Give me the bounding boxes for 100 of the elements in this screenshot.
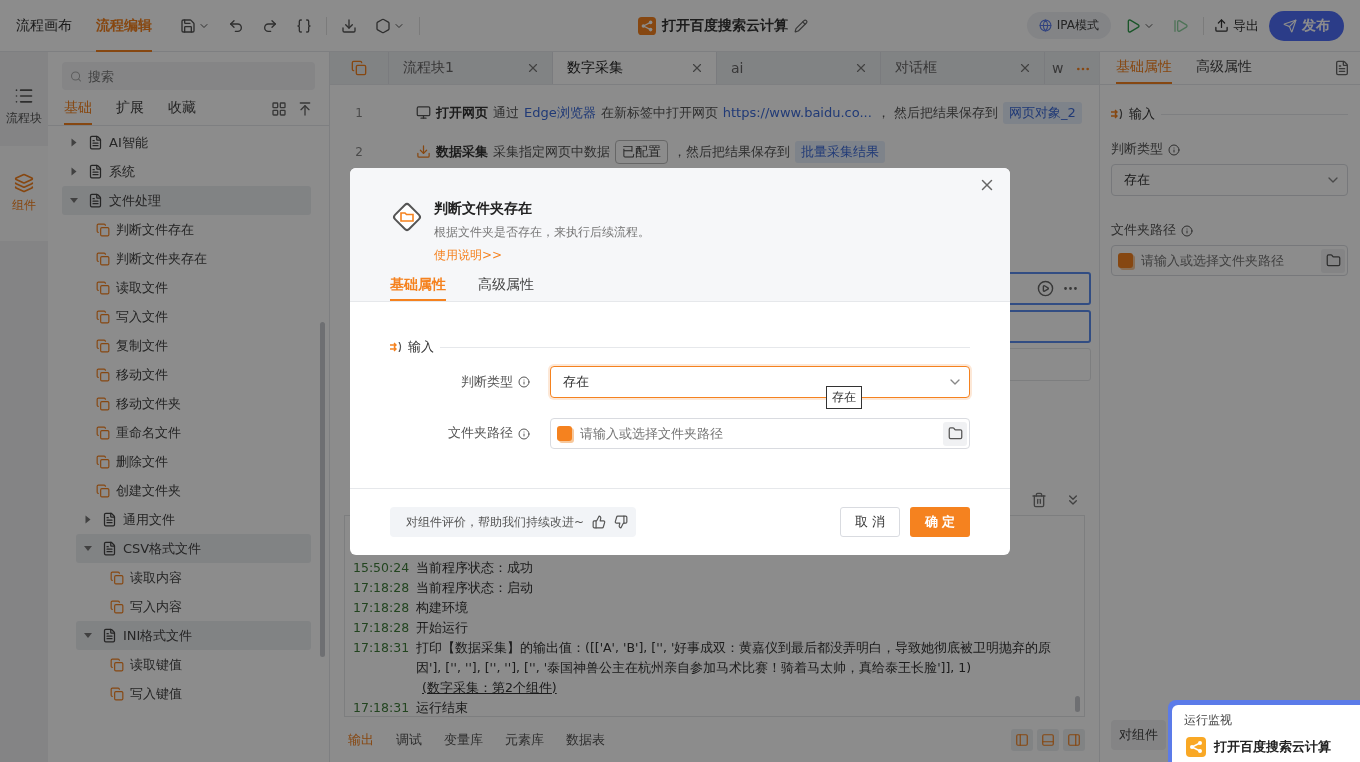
tree-group[interactable]: 文件处理 bbox=[62, 186, 311, 215]
select-field[interactable]: 存在 bbox=[1111, 164, 1348, 196]
close-icon[interactable] bbox=[854, 61, 868, 75]
step-text: 在新标签中打开网页 bbox=[600, 103, 718, 122]
tree-item[interactable]: 读取键值 bbox=[106, 650, 311, 679]
rail-item[interactable]: 流程块 bbox=[0, 66, 48, 146]
field-label: 文件夹路径 bbox=[448, 425, 513, 442]
tree-item[interactable]: 创建文件夹 bbox=[92, 476, 311, 505]
search-input[interactable]: 搜索 bbox=[86, 67, 307, 85]
braces-icon[interactable] bbox=[296, 17, 312, 34]
scrollbar[interactable] bbox=[320, 322, 325, 657]
top-tab[interactable]: 流程画布 bbox=[16, 0, 72, 52]
play-icon[interactable] bbox=[1037, 280, 1054, 297]
monitor-title: 打开百度搜索云计算 bbox=[1214, 738, 1331, 756]
file-icon bbox=[88, 135, 103, 150]
config-tag[interactable]: 已配置 bbox=[615, 139, 668, 164]
send-icon bbox=[1283, 18, 1297, 33]
path-field[interactable]: 请输入或选择文件夹路径 bbox=[1111, 245, 1348, 276]
tree-item[interactable]: 写入键值 bbox=[106, 679, 311, 708]
file-icon bbox=[96, 367, 110, 382]
param-link[interactable]: 批量采集结果 bbox=[795, 140, 885, 163]
close-icon[interactable] bbox=[526, 61, 540, 75]
tree-group[interactable]: 系统 bbox=[62, 157, 311, 186]
search-field[interactable]: 搜索 bbox=[62, 62, 315, 90]
panel-tab[interactable]: 调试 bbox=[396, 730, 422, 749]
file-icon bbox=[96, 454, 110, 469]
tabs-icon[interactable] bbox=[351, 60, 367, 76]
path-input[interactable]: 请输入或选择文件夹路径 bbox=[1139, 252, 1315, 269]
publish-button[interactable]: 发布 bbox=[1269, 10, 1344, 41]
confirm-button[interactable]: 确 定 bbox=[910, 507, 970, 537]
tree-item[interactable]: 读取文件 bbox=[92, 273, 311, 302]
undo-icon[interactable] bbox=[228, 17, 244, 34]
tree-group[interactable]: 通用文件 bbox=[76, 505, 311, 534]
tree-group[interactable]: INI格式文件 bbox=[76, 621, 311, 650]
line-number: 1 bbox=[354, 105, 364, 120]
edit-icon[interactable] bbox=[794, 18, 809, 33]
thumbs-down-icon[interactable] bbox=[614, 515, 629, 529]
tree-item[interactable]: 移动文件夹 bbox=[92, 389, 311, 418]
tree-group[interactable]: AI智能 bbox=[62, 128, 311, 157]
scrollbar[interactable] bbox=[1075, 696, 1080, 712]
tree-item[interactable]: 写入内容 bbox=[106, 592, 311, 621]
tree-item[interactable]: 重命名文件 bbox=[92, 418, 311, 447]
redo-icon[interactable] bbox=[262, 17, 278, 34]
param-link[interactable]: Edge浏览器 bbox=[524, 103, 596, 122]
notes-icon[interactable] bbox=[1334, 60, 1350, 76]
panel-left-button[interactable] bbox=[1011, 728, 1033, 751]
trash-icon[interactable] bbox=[1031, 492, 1047, 508]
editor-tab[interactable]: 数字采集 bbox=[552, 52, 716, 84]
log-message: 构建环境 bbox=[416, 599, 468, 617]
tree-item[interactable]: 判断文件存在 bbox=[92, 215, 311, 244]
panel-bottom-button[interactable] bbox=[1037, 728, 1059, 751]
param-link[interactable]: 网页对象_2 bbox=[1003, 101, 1082, 124]
mode-pill[interactable]: IPA模式 bbox=[1026, 12, 1111, 39]
folder-icon bbox=[1325, 253, 1341, 268]
folder-button[interactable] bbox=[1321, 248, 1345, 273]
save-icon[interactable] bbox=[180, 17, 196, 34]
close-icon[interactable] bbox=[690, 61, 704, 75]
tree-item[interactable]: 复制文件 bbox=[92, 331, 311, 360]
tree-item[interactable]: 写入文件 bbox=[92, 302, 311, 331]
collapse-icon[interactable] bbox=[297, 101, 313, 117]
log-time: 17:18:28 bbox=[353, 619, 411, 637]
dialog-tab[interactable]: 高级属性 bbox=[478, 276, 534, 301]
tree-item[interactable]: 判断文件夹存在 bbox=[92, 244, 311, 273]
step-title: 数据采集 bbox=[436, 142, 488, 161]
path-input[interactable]: 请输入或选择文件夹路径 bbox=[578, 425, 937, 442]
hexagon-icon[interactable] bbox=[375, 17, 391, 34]
tree-item[interactable]: 移动文件 bbox=[92, 360, 311, 389]
tree-item[interactable]: 读取内容 bbox=[106, 563, 311, 592]
step-icon[interactable] bbox=[1173, 17, 1189, 34]
panel-tab[interactable]: 数据表 bbox=[566, 730, 605, 749]
close-icon[interactable] bbox=[1018, 61, 1032, 75]
play-icon[interactable] bbox=[1125, 17, 1141, 34]
log-link[interactable]: (数字采集：第2个组件) bbox=[422, 680, 557, 695]
file-icon bbox=[110, 570, 124, 585]
library-tab[interactable]: 收藏 bbox=[168, 99, 196, 125]
property-tab[interactable]: 高级属性 bbox=[1196, 58, 1252, 84]
app-logo-icon bbox=[638, 16, 657, 35]
file-icon bbox=[96, 425, 110, 440]
feedback-button[interactable]: 对组件 bbox=[1111, 720, 1166, 750]
caret-icon bbox=[84, 546, 92, 551]
panel-tab[interactable]: 元素库 bbox=[505, 730, 544, 749]
library-tab[interactable]: 扩展 bbox=[116, 99, 144, 125]
panel-left-icon bbox=[1015, 732, 1029, 747]
tree-group[interactable]: CSV格式文件 bbox=[76, 534, 311, 563]
folder-button[interactable] bbox=[943, 421, 967, 446]
panel-right-button[interactable] bbox=[1063, 728, 1085, 751]
tree-item[interactable]: 删除文件 bbox=[92, 447, 311, 476]
thumbs-up-icon[interactable] bbox=[592, 515, 607, 529]
dialog-description: 根据文件夹是否存在，来执行后续流程。 bbox=[434, 224, 650, 241]
grid-icon[interactable] bbox=[271, 101, 287, 117]
monitor-tab[interactable]: 运行监视 bbox=[1172, 705, 1268, 731]
export-button[interactable]: 导出 bbox=[1214, 16, 1259, 35]
dialog-tab[interactable]: 基础属性 bbox=[390, 276, 446, 301]
help-link[interactable]: 使用说明>> bbox=[434, 248, 503, 262]
field-label: 判断类型 bbox=[1111, 141, 1163, 158]
path-field[interactable]: 请输入或选择文件夹路径 bbox=[550, 418, 970, 449]
browser-icon bbox=[416, 105, 431, 120]
param-link[interactable]: https://www.baidu.co... bbox=[722, 105, 872, 120]
panel-tab[interactable]: 变量库 bbox=[444, 730, 483, 749]
cancel-button[interactable]: 取 消 bbox=[840, 507, 900, 537]
